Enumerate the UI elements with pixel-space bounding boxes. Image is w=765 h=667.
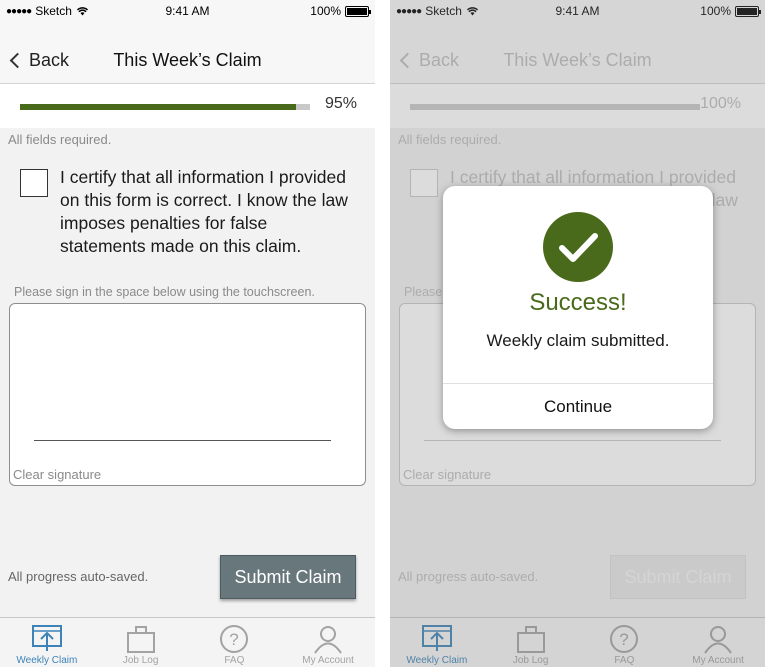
signature-line — [34, 440, 331, 441]
clear-signature-link[interactable]: Clear signature — [13, 467, 101, 482]
certify-text: I certify that all information I provide… — [60, 167, 348, 256]
submit-claim-button[interactable]: Submit Claim — [220, 555, 356, 599]
signature-pad[interactable]: Clear signature — [9, 303, 366, 486]
tab-label: My Account — [302, 655, 354, 666]
canvas: ●●●●● Sketch 9:41 AM 100% Back This Week… — [0, 0, 765, 667]
tab-label: Weekly Claim — [16, 655, 78, 666]
certify-checkbox[interactable] — [20, 169, 48, 197]
tab-my-account[interactable]: My Account — [281, 618, 375, 667]
battery: 100% — [310, 4, 371, 18]
progress-percent: 95% — [324, 95, 357, 112]
success-screen: ●●●●● Sketch 9:41 AM 100% Back This Week… — [390, 0, 765, 667]
progress-section: 95% — [0, 84, 375, 128]
battery-label: 100% — [310, 4, 341, 18]
tab-job-log[interactable]: Job Log — [94, 618, 188, 667]
success-dialog: Success! Weekly claim submitted. Continu… — [443, 186, 713, 429]
continue-button[interactable]: Continue — [443, 384, 713, 429]
battery-icon — [345, 5, 371, 17]
question-circle-icon: ? — [220, 625, 249, 653]
certify-row: I certify that all information I provide… — [20, 166, 353, 258]
tab-faq[interactable]: ? FAQ — [188, 618, 282, 667]
success-title: Success! — [529, 289, 627, 316]
progress-bar — [20, 104, 310, 110]
claim-screen: ●●●●● Sketch 9:41 AM 100% Back This Week… — [0, 0, 375, 667]
tab-label: FAQ — [224, 655, 245, 666]
page-title: This Week’s Claim — [113, 50, 262, 70]
success-message: Weekly claim submitted. — [486, 331, 670, 350]
upload-tray-icon — [31, 625, 62, 651]
briefcase-icon — [126, 626, 155, 653]
tab-label: Job Log — [122, 655, 159, 666]
progress-fill — [20, 104, 296, 110]
fields-required-note: All fields required. — [8, 132, 112, 147]
nav-bar: Back This Week’s Claim — [0, 22, 375, 84]
tab-bar: Weekly Claim Job Log ? FAQ My Account — [0, 617, 375, 667]
signature-hint: Please sign in the space below using the… — [14, 285, 315, 299]
status-bar: ●●●●● Sketch 9:41 AM 100% — [0, 0, 375, 22]
svg-text:?: ? — [230, 630, 239, 649]
autosave-note: All progress auto-saved. — [8, 569, 149, 584]
user-icon — [314, 626, 342, 654]
tab-weekly-claim[interactable]: Weekly Claim — [0, 618, 94, 667]
checkmark-circle-icon — [543, 212, 613, 282]
